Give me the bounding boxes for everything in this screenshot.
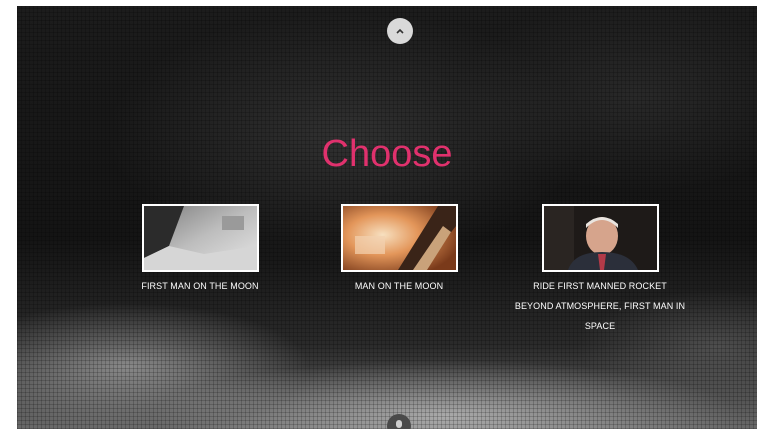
choice-man-on-the-moon[interactable]: MAN ON THE MOON [314, 204, 484, 296]
choice-first-man-on-the-moon[interactable]: FIRST MAN ON THE MOON [115, 204, 285, 296]
page-title: Choose [321, 133, 453, 175]
choice-label: RIDE FIRST MANNED ROCKET BEYOND ATMOSPHE… [514, 281, 686, 331]
choice-first-man-in-space[interactable]: RIDE FIRST MANNED ROCKET BEYOND ATMOSPHE… [514, 204, 686, 336]
scroll-down-button[interactable] [387, 414, 411, 429]
rocket-launch-thumbnail[interactable] [340, 204, 458, 272]
choice-label: MAN ON THE MOON [354, 281, 444, 291]
moon-surface-thumbnail[interactable] [141, 204, 259, 272]
scroll-up-button[interactable] [387, 18, 413, 44]
chevron-down-icon [396, 420, 402, 428]
interview-portrait-thumbnail[interactable] [541, 204, 659, 272]
chevron-up-icon [396, 28, 404, 34]
video-choice-screen: Choose FIRST MAN ON THE MOON MAN ON THE … [17, 6, 757, 429]
choice-label: FIRST MAN ON THE MOON [141, 281, 259, 291]
